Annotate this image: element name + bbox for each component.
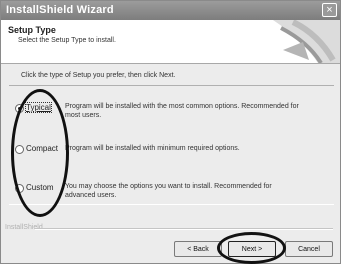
window-title: InstallShield Wizard bbox=[6, 4, 114, 16]
wizard-header: Setup Type Select the Setup Type to inst… bbox=[1, 20, 340, 64]
back-button[interactable]: < Back bbox=[174, 241, 222, 257]
header-graphic-icon bbox=[273, 20, 340, 63]
page-subtitle: Select the Setup Type to install. bbox=[18, 37, 116, 44]
custom-description: You may choose the options you want to i… bbox=[65, 183, 272, 199]
footer-divider bbox=[35, 228, 333, 230]
highlight-oval-next bbox=[217, 232, 286, 264]
page-title: Setup Type bbox=[8, 25, 56, 35]
highlight-oval-options bbox=[11, 89, 69, 217]
compact-description: Program will be installed with minimum r… bbox=[65, 145, 240, 152]
title-bar: InstallShield Wizard × bbox=[1, 1, 340, 20]
instruction-text: Click the type of Setup you prefer, then… bbox=[21, 72, 176, 79]
typical-description: Program will be installed with the most … bbox=[65, 103, 299, 119]
installshield-window: InstallShield Wizard × Setup Type Select… bbox=[0, 0, 341, 264]
cancel-button[interactable]: Cancel bbox=[285, 241, 333, 257]
close-icon[interactable]: × bbox=[322, 3, 337, 17]
